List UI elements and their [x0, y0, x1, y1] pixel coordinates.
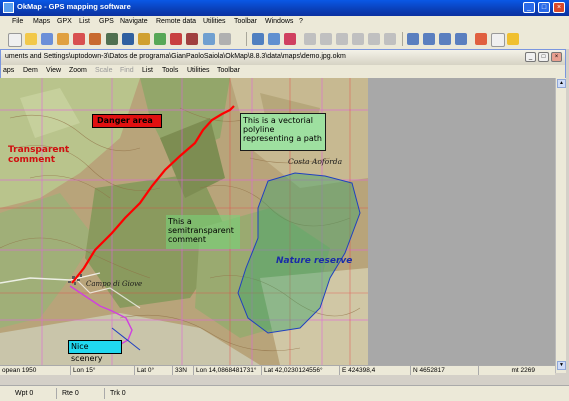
track-icon[interactable] [138, 33, 150, 45]
disabled-tool-icon [368, 33, 380, 45]
vertical-scrollbar[interactable]: ▲ ▼ [555, 78, 566, 373]
close-button[interactable]: × [553, 2, 565, 13]
menu-remote-data[interactable]: Remote data [156, 18, 196, 25]
status-altitude: mt 2269 [478, 366, 539, 375]
place-label-costa: Costa Aoforda [288, 157, 343, 166]
map-menu-dem[interactable]: Dem [23, 67, 38, 74]
status-tracks: Trk 0 [104, 388, 126, 399]
vectorial-polyline-comment[interactable]: This is a vectorial polyline representin… [240, 113, 326, 151]
remote-data-icon[interactable] [284, 33, 296, 45]
map-menu-scale: Scale [95, 67, 113, 74]
nature-reserve-label[interactable]: Nature reserve [276, 256, 352, 266]
status-waypoints: Wpt 0 [15, 390, 34, 397]
status-easting: E 424398,4 [339, 366, 396, 375]
altitude-icon[interactable] [154, 33, 166, 45]
map-status-bar: opean 1950 Lon 15° Lat 0° 33N Lon 14,086… [0, 365, 555, 375]
open-folder-icon[interactable] [25, 33, 37, 45]
window-close-all-icon[interactable] [455, 33, 467, 45]
town-label-campo: Campo di Giove [86, 280, 143, 288]
semitransparent-comment[interactable]: This a semitransparent comment [166, 215, 240, 249]
status-northing: N 4652817 [410, 366, 467, 375]
map-window-title-bar: uments and Settings\uptodown-3\Datos de … [1, 50, 565, 65]
map-menu-tools[interactable]: Tools [162, 67, 178, 74]
toolbar-separator [402, 32, 403, 46]
maximize-button[interactable]: □ [538, 2, 550, 13]
window-tile-icon[interactable] [407, 33, 419, 45]
gps-connect-icon[interactable] [203, 33, 215, 45]
scroll-down-icon[interactable]: ▼ [557, 361, 566, 370]
app-title: OkMap - GPS mapping software [17, 2, 131, 11]
gpx-edit-icon[interactable] [89, 33, 101, 45]
gpx-open-icon[interactable] [73, 33, 85, 45]
help-icon[interactable] [507, 33, 519, 45]
menu-gps[interactable]: GPS [99, 18, 114, 25]
gps-upload-icon[interactable] [170, 33, 182, 45]
minimize-button[interactable]: _ [523, 2, 535, 13]
map-maximize-button[interactable]: □ [538, 52, 549, 62]
window-cascade-icon[interactable] [423, 33, 435, 45]
app-title-bar: OkMap - GPS mapping software _ □ × [0, 0, 569, 16]
status-lat: Lat 0° [134, 366, 171, 375]
map-calibrate-icon[interactable] [57, 33, 69, 45]
map-menu-view[interactable]: View [46, 67, 61, 74]
menu-toolbar[interactable]: Toolbar [234, 18, 257, 25]
waypoint-icon[interactable] [106, 33, 118, 45]
status-zone: 33N [172, 366, 193, 375]
menu-help[interactable]: ? [299, 18, 303, 25]
menu-windows[interactable]: Windows [265, 18, 293, 25]
menu-navigate[interactable]: Navigate [120, 18, 148, 25]
menu-maps[interactable]: Maps [33, 18, 50, 25]
map-menu-zoom[interactable]: Zoom [69, 67, 87, 74]
map-window-title: uments and Settings\uptodown-3\Datos de … [5, 53, 346, 60]
status-datum: opean 1950 [2, 367, 37, 374]
map-menu-maps[interactable]: aps [3, 67, 14, 74]
route-icon[interactable] [122, 33, 134, 45]
map-menu-list[interactable]: List [142, 67, 153, 74]
disabled-tool-icon [304, 33, 316, 45]
map-menu-toolbar[interactable]: Toolbar [217, 67, 240, 74]
save-map-icon[interactable] [41, 33, 53, 45]
main-toolbar [0, 29, 569, 49]
status-lat-precise: Lat 42,0230124556° [261, 366, 326, 375]
gps-settings-icon[interactable] [219, 33, 231, 45]
window-arrange-icon[interactable] [439, 33, 451, 45]
danger-area-label[interactable]: Danger area [92, 114, 162, 128]
map-menu-bar: aps Dem View Zoom Scale Find List Tools … [1, 65, 565, 78]
map-empty-area [368, 78, 565, 365]
disabled-tool-icon [384, 33, 396, 45]
status-lon: Lon 15° [70, 366, 133, 375]
app-icon [3, 2, 14, 13]
main-menu-bar: File Maps GPX List GPS Navigate Remote d… [0, 16, 569, 29]
menu-list[interactable]: List [79, 18, 90, 25]
menu-gpx[interactable]: GPX [57, 18, 72, 25]
map-close-button[interactable]: × [551, 52, 562, 62]
exit-icon[interactable] [475, 33, 487, 45]
app-status-bar: Wpt 0 Rte 0 Trk 0 [0, 385, 569, 401]
status-lon-precise: Lon 14,0868481731° [193, 366, 258, 375]
scroll-up-icon[interactable]: ▲ [557, 79, 566, 88]
navigate-route-icon[interactable] [268, 33, 280, 45]
gps-download-icon[interactable] [186, 33, 198, 45]
map-canvas[interactable]: Danger area Transparent comment This is … [0, 78, 368, 365]
menu-file[interactable]: File [12, 18, 23, 25]
document-icon[interactable] [491, 33, 505, 47]
menu-utilities[interactable]: Utilities [203, 18, 226, 25]
new-file-icon[interactable] [8, 33, 22, 47]
disabled-tool-icon [352, 33, 364, 45]
map-minimize-button[interactable]: _ [525, 52, 536, 62]
disabled-tool-icon [320, 33, 332, 45]
disabled-tool-icon [336, 33, 348, 45]
transparent-comment-label[interactable]: Transparent comment [8, 145, 78, 165]
map-menu-find: Find [120, 67, 134, 74]
map-menu-utilities[interactable]: Utilities [187, 67, 210, 74]
toolbar-separator [246, 32, 247, 46]
navigate-icon[interactable] [252, 33, 264, 45]
status-routes: Rte 0 [56, 388, 79, 399]
nice-scenery-label[interactable]: Nice scenery [68, 340, 122, 363]
